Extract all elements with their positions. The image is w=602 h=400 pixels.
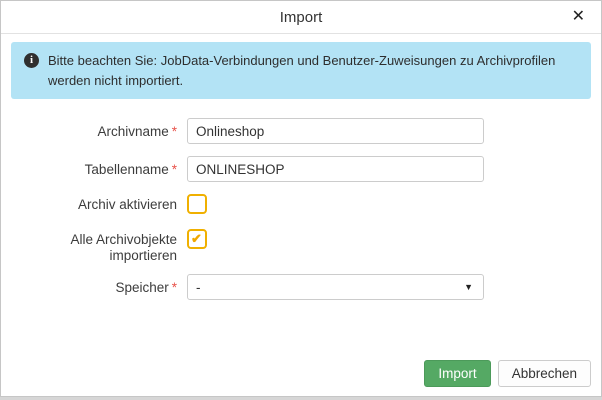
alle-archivobjekte-label: Alle Archivobjekte importieren	[1, 229, 187, 264]
import-dialog: Import ✕ i Bitte beachten Sie: JobData-V…	[0, 0, 602, 397]
info-icon: i	[24, 53, 39, 68]
dialog-footer: Import Abbrechen	[424, 360, 591, 387]
field-row-alle-archivobjekte: Alle Archivobjekte importieren	[1, 229, 601, 264]
field-row-tabellenname: Tabellenname*	[1, 156, 601, 182]
speicher-label: Speicher*	[1, 274, 187, 300]
field-row-archiv-aktivieren: Archiv aktivieren	[1, 194, 601, 219]
import-form: Archivname* Tabellenname* Archiv aktivie…	[1, 118, 601, 300]
tabellenname-label: Tabellenname*	[1, 156, 187, 182]
tabellenname-input[interactable]	[187, 156, 484, 182]
archivname-label: Archivname*	[1, 118, 187, 144]
info-banner-text: Bitte beachten Sie: JobData-Verbindungen…	[48, 53, 555, 88]
info-banner: i Bitte beachten Sie: JobData-Verbindung…	[11, 42, 591, 99]
archiv-aktivieren-label: Archiv aktivieren	[1, 194, 187, 219]
alle-archivobjekte-checkbox[interactable]	[187, 229, 207, 249]
archivname-input[interactable]	[187, 118, 484, 144]
speicher-select-value: -	[196, 280, 201, 295]
field-row-archivname: Archivname*	[1, 118, 601, 144]
import-button[interactable]: Import	[424, 360, 490, 387]
required-marker: *	[172, 124, 177, 139]
required-marker: *	[172, 280, 177, 295]
dialog-header: Import ✕	[1, 1, 601, 34]
cancel-button[interactable]: Abbrechen	[498, 360, 591, 387]
close-icon: ✕	[572, 8, 585, 25]
dialog-title: Import	[280, 9, 323, 26]
required-marker: *	[172, 162, 177, 177]
field-row-speicher: Speicher* - ▼	[1, 274, 601, 300]
close-button[interactable]: ✕	[566, 5, 591, 29]
speicher-select[interactable]: - ▼	[187, 274, 484, 300]
dropdown-arrow-icon: ▼	[464, 282, 473, 292]
archiv-aktivieren-checkbox[interactable]	[187, 194, 207, 214]
